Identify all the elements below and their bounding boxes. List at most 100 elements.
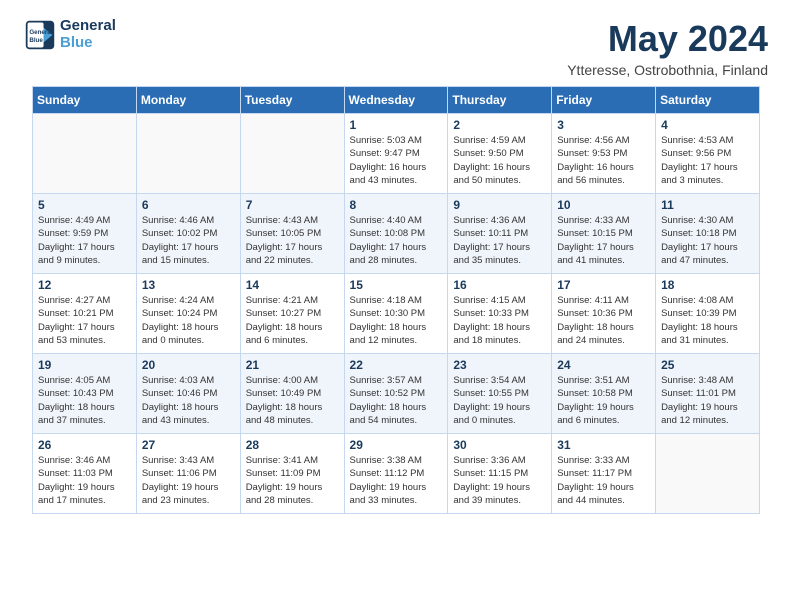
day-info: Sunrise: 5:03 AM Sunset: 9:47 PM Dayligh… [350,134,443,187]
calendar-cell: 2 Sunrise: 4:59 AM Sunset: 9:50 PM Daylig… [448,114,552,194]
day-number: 17 [557,278,650,292]
day-info: Sunrise: 4:56 AM Sunset: 9:53 PM Dayligh… [557,134,650,187]
svg-text:General: General [29,29,52,36]
calendar-cell: 19 Sunrise: 4:05 AM Sunset: 10:43 PM Dayl… [33,354,137,434]
calendar-cell: 17 Sunrise: 4:11 AM Sunset: 10:36 PM Dayl… [552,274,656,354]
calendar-cell: 15 Sunrise: 4:18 AM Sunset: 10:30 PM Dayl… [344,274,448,354]
weekday-header-saturday: Saturday [656,87,760,114]
calendar-cell: 8Sunrise: 4:40 AM Sunset: 10:08 PM Dayli… [344,194,448,274]
day-info: Sunrise: 4:30 AM Sunset: 10:18 PM Daylig… [661,214,754,267]
day-number: 31 [557,438,650,452]
day-info: Sunrise: 4:05 AM Sunset: 10:43 PM Daylig… [38,374,131,427]
day-info: Sunrise: 3:54 AM Sunset: 10:55 PM Daylig… [453,374,546,427]
day-number: 15 [350,278,443,292]
calendar-cell [240,114,344,194]
day-info: Sunrise: 3:41 AM Sunset: 11:09 PM Daylig… [246,454,339,507]
day-info: Sunrise: 3:33 AM Sunset: 11:17 PM Daylig… [557,454,650,507]
calendar-cell: 13Sunrise: 4:24 AM Sunset: 10:24 PM Dayl… [136,274,240,354]
calendar-cell: 27 Sunrise: 3:43 AM Sunset: 11:06 PM Dayl… [136,434,240,514]
day-number: 9 [453,198,546,212]
day-number: 6 [142,198,235,212]
day-info: Sunrise: 4:18 AM Sunset: 10:30 PM Daylig… [350,294,443,347]
day-number: 7 [246,198,339,212]
day-info: Sunrise: 4:03 AM Sunset: 10:46 PM Daylig… [142,374,235,427]
calendar-cell: 25 Sunrise: 3:48 AM Sunset: 11:01 PM Dayl… [656,354,760,434]
day-info: Sunrise: 4:08 AM Sunset: 10:39 PM Daylig… [661,294,754,347]
location-subtitle: Ytteresse, Ostrobothnia, Finland [567,62,768,78]
day-number: 25 [661,358,754,372]
calendar-cell: 21 Sunrise: 4:00 AM Sunset: 10:49 PM Dayl… [240,354,344,434]
day-info: Sunrise: 3:57 AM Sunset: 10:52 PM Daylig… [350,374,443,427]
weekday-header-wednesday: Wednesday [344,87,448,114]
calendar-cell [656,434,760,514]
day-info: Sunrise: 4:00 AM Sunset: 10:49 PM Daylig… [246,374,339,427]
calendar-cell: 3 Sunrise: 4:56 AM Sunset: 9:53 PM Daylig… [552,114,656,194]
day-info: Sunrise: 4:59 AM Sunset: 9:50 PM Dayligh… [453,134,546,187]
svg-text:Blue: Blue [29,37,43,44]
day-number: 14 [246,278,339,292]
day-number: 28 [246,438,339,452]
calendar-cell: 29Sunrise: 3:38 AM Sunset: 11:12 PM Dayl… [344,434,448,514]
calendar-cell: 6 Sunrise: 4:46 AM Sunset: 10:02 PM Dayli… [136,194,240,274]
day-number: 3 [557,118,650,132]
calendar-cell: 20 Sunrise: 4:03 AM Sunset: 10:46 PM Dayl… [136,354,240,434]
calendar-cell: 4 Sunrise: 4:53 AM Sunset: 9:56 PM Daylig… [656,114,760,194]
day-number: 4 [661,118,754,132]
day-info: Sunrise: 3:38 AM Sunset: 11:12 PM Daylig… [350,454,443,507]
day-info: Sunrise: 4:24 AM Sunset: 10:24 PM Daylig… [142,294,235,347]
weekday-header-friday: Friday [552,87,656,114]
day-info: Sunrise: 4:15 AM Sunset: 10:33 PM Daylig… [453,294,546,347]
calendar-cell: 30 Sunrise: 3:36 AM Sunset: 11:15 PM Dayl… [448,434,552,514]
day-number: 5 [38,198,131,212]
calendar-cell [33,114,137,194]
calendar-cell: 12Sunrise: 4:27 AM Sunset: 10:21 PM Dayl… [33,274,137,354]
weekday-header-sunday: Sunday [33,87,137,114]
logo: General Blue General Blue [24,18,116,51]
day-info: Sunrise: 4:21 AM Sunset: 10:27 PM Daylig… [246,294,339,347]
day-number: 12 [38,278,131,292]
logo-icon: General Blue [24,19,56,51]
day-info: Sunrise: 4:46 AM Sunset: 10:02 PM Daylig… [142,214,235,267]
day-info: Sunrise: 4:53 AM Sunset: 9:56 PM Dayligh… [661,134,754,187]
calendar-cell: 10Sunrise: 4:33 AM Sunset: 10:15 PM Dayl… [552,194,656,274]
day-number: 1 [350,118,443,132]
calendar-cell: 11 Sunrise: 4:30 AM Sunset: 10:18 PM Dayl… [656,194,760,274]
calendar-cell: 28 Sunrise: 3:41 AM Sunset: 11:09 PM Dayl… [240,434,344,514]
day-info: Sunrise: 3:36 AM Sunset: 11:15 PM Daylig… [453,454,546,507]
day-number: 20 [142,358,235,372]
calendar-cell: 5 Sunrise: 4:49 AM Sunset: 9:59 PM Daylig… [33,194,137,274]
day-info: Sunrise: 4:11 AM Sunset: 10:36 PM Daylig… [557,294,650,347]
calendar-cell: 16 Sunrise: 4:15 AM Sunset: 10:33 PM Dayl… [448,274,552,354]
day-info: Sunrise: 4:49 AM Sunset: 9:59 PM Dayligh… [38,214,131,267]
day-number: 26 [38,438,131,452]
day-number: 27 [142,438,235,452]
day-info: Sunrise: 4:36 AM Sunset: 10:11 PM Daylig… [453,214,546,267]
day-number: 23 [453,358,546,372]
calendar-cell: 14 Sunrise: 4:21 AM Sunset: 10:27 PM Dayl… [240,274,344,354]
calendar-cell: 9 Sunrise: 4:36 AM Sunset: 10:11 PM Dayli… [448,194,552,274]
calendar-cell: 18 Sunrise: 4:08 AM Sunset: 10:39 PM Dayl… [656,274,760,354]
weekday-header-monday: Monday [136,87,240,114]
day-info: Sunrise: 4:40 AM Sunset: 10:08 PM Daylig… [350,214,443,267]
day-number: 16 [453,278,546,292]
day-number: 18 [661,278,754,292]
day-number: 21 [246,358,339,372]
day-info: Sunrise: 3:46 AM Sunset: 11:03 PM Daylig… [38,454,131,507]
weekday-header-tuesday: Tuesday [240,87,344,114]
calendar-table: SundayMondayTuesdayWednesdayThursdayFrid… [32,86,760,514]
day-number: 22 [350,358,443,372]
day-info: Sunrise: 3:43 AM Sunset: 11:06 PM Daylig… [142,454,235,507]
calendar-cell: 23 Sunrise: 3:54 AM Sunset: 10:55 PM Dayl… [448,354,552,434]
day-info: Sunrise: 3:51 AM Sunset: 10:58 PM Daylig… [557,374,650,427]
month-title: May 2024 [567,18,768,60]
day-number: 19 [38,358,131,372]
day-number: 2 [453,118,546,132]
logo-text-general: General [60,18,116,35]
day-info: Sunrise: 3:48 AM Sunset: 11:01 PM Daylig… [661,374,754,427]
day-number: 30 [453,438,546,452]
calendar-cell: 1 Sunrise: 5:03 AM Sunset: 9:47 PM Daylig… [344,114,448,194]
day-number: 11 [661,198,754,212]
day-info: Sunrise: 4:33 AM Sunset: 10:15 PM Daylig… [557,214,650,267]
calendar-cell: 22 Sunrise: 3:57 AM Sunset: 10:52 PM Dayl… [344,354,448,434]
logo-text-blue: Blue [60,35,116,52]
